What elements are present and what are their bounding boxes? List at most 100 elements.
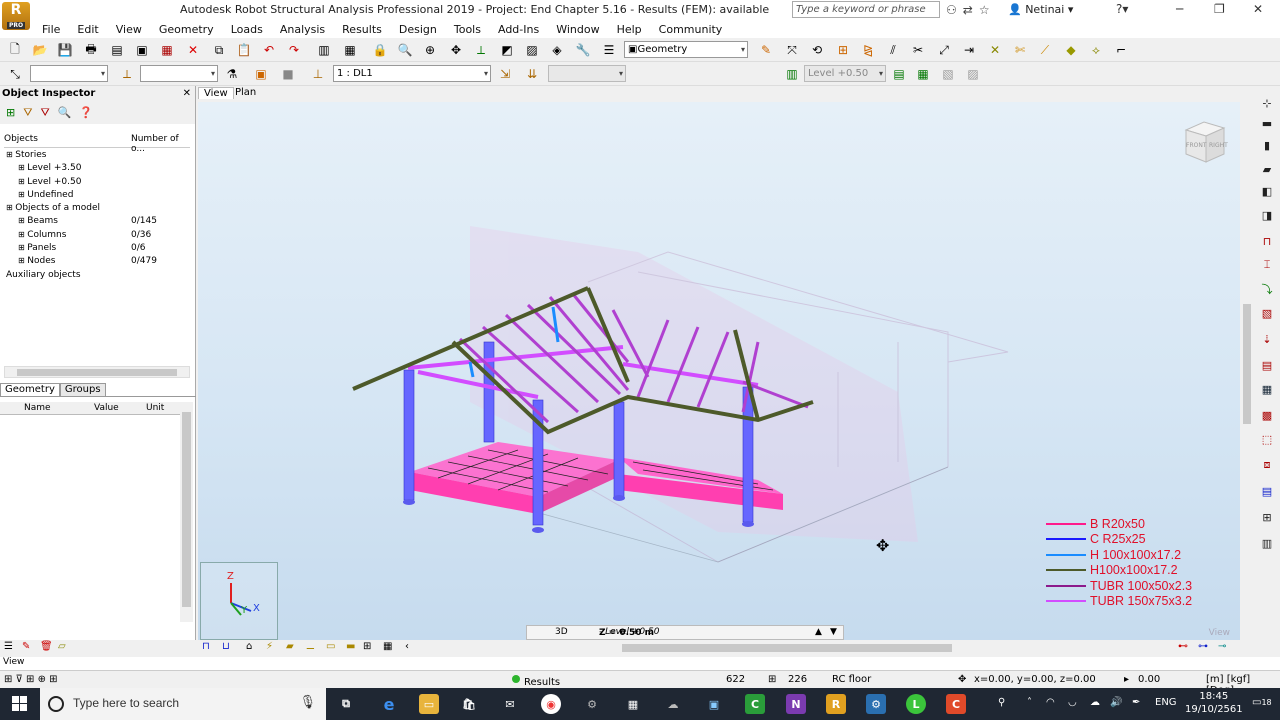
hatch-icon[interactable]: ▨ <box>523 41 541 59</box>
zoom-window-icon[interactable]: 🔍 <box>396 41 414 59</box>
chrome-icon[interactable]: ◉ <box>541 694 561 714</box>
microphone-icon[interactable]: 🎙 <box>299 695 316 710</box>
tree-item[interactable]: Auxiliary objects <box>4 270 190 283</box>
edge-icon[interactable]: e <box>379 694 399 714</box>
numbers-display-icon[interactable]: ⊞ <box>363 641 371 652</box>
tree-expand-icon[interactable]: ⊞ <box>18 190 27 199</box>
user-account[interactable]: 👤 Netinai ▾ <box>1008 3 1073 16</box>
taskbar-search[interactable]: Type here to search 🎙 <box>40 688 326 720</box>
close-button[interactable]: ✕ <box>1253 2 1263 16</box>
view-cube[interactable]: FRONT RIGHT <box>1182 120 1228 166</box>
load-case-icon[interactable]: ⊥ <box>309 65 327 83</box>
search-icon[interactable]: 🔍 <box>58 106 72 120</box>
calculations-icon[interactable]: ▥ <box>315 41 333 59</box>
paste-icon[interactable]: 📋 <box>235 41 253 59</box>
camtasia-icon[interactable]: C <box>745 694 765 714</box>
loads-display-icon[interactable]: ⚡ <box>266 641 273 652</box>
print-icon[interactable]: 🖶 <box>82 41 100 59</box>
robot-app-icon[interactable]: R <box>826 694 846 714</box>
move-icon[interactable]: ⤧ <box>783 41 801 59</box>
cancel-icon[interactable]: ✕ <box>184 41 202 59</box>
app-cloud-icon[interactable]: ☁ <box>663 694 683 714</box>
notifications-icon[interactable]: ▭18 <box>1252 697 1272 708</box>
edit-icon[interactable]: ✎ <box>22 641 30 652</box>
releases-icon[interactable]: ⤵ <box>1258 280 1276 298</box>
tree-expand-icon[interactable]: ⊞ <box>18 163 27 172</box>
tab-geometry[interactable]: Geometry <box>0 383 60 396</box>
screen-capture-icon[interactable]: ▣ <box>133 41 151 59</box>
menu-results[interactable]: Results <box>342 23 382 36</box>
menu-window[interactable]: Window <box>556 23 599 36</box>
tree-expand-icon[interactable]: ⊞ <box>18 243 27 252</box>
extrude-icon[interactable]: ⟋ <box>1036 41 1054 59</box>
3d-viewport[interactable]: FRONT RIGHT B R20x50 C R25x25 H 100x100x17… <box>198 102 1240 640</box>
tools-icon[interactable]: 🔧 <box>574 41 592 59</box>
status-tools-icons[interactable]: ⊞ ⊽ ⊞ ⊕ ⊞ <box>4 674 58 685</box>
person-icon[interactable]: ⚲ <box>998 697 1005 708</box>
grid-display-icon[interactable]: ▦ <box>383 641 392 652</box>
binoculars-icon[interactable]: ⚇ <box>946 3 957 17</box>
menu-help[interactable]: Help <box>617 23 642 36</box>
help-icon[interactable]: ?▾ <box>1116 2 1128 16</box>
selection-combo-1[interactable]: ▾ <box>30 65 108 82</box>
undo-icon[interactable]: ↶ <box>260 41 278 59</box>
properties-scrollbar[interactable] <box>180 402 193 622</box>
redo-icon[interactable]: ↷ <box>285 41 303 59</box>
config-icon-3[interactable]: ⊸ <box>1218 641 1226 652</box>
tree-item[interactable]: ⊞ Undefined <box>4 190 190 203</box>
rotate-icon[interactable]: ⟲ <box>808 41 826 59</box>
fillet-icon[interactable]: ⌐ <box>1112 41 1130 59</box>
node-icon[interactable]: ⊹ <box>1258 94 1276 112</box>
tray-expand-icon[interactable]: ˄ <box>1027 697 1032 708</box>
language-indicator[interactable]: ENG <box>1155 697 1177 708</box>
tables-icon[interactable]: ▦ <box>341 41 359 59</box>
level-up-icon[interactable]: ▲ <box>815 627 822 637</box>
exchange-icon[interactable]: ⇄ <box>963 3 973 17</box>
numbering-icon[interactable]: ⊓ <box>202 641 210 652</box>
menu-edit[interactable]: Edit <box>77 23 98 36</box>
copy-icon[interactable]: ⧉ <box>210 41 228 59</box>
load-types-icon[interactable]: ⇣ <box>1258 330 1276 348</box>
eraser-icon[interactable]: ▱ <box>58 641 66 652</box>
new-file-icon[interactable]: 🗋 <box>6 41 24 59</box>
scale-icon[interactable]: ⤢ <box>935 41 953 59</box>
frame-icon[interactable]: ▣ <box>252 65 270 83</box>
save-icon[interactable]: 💾 <box>56 41 74 59</box>
robot-tool-icon[interactable]: ⚙ <box>582 694 602 714</box>
bar-selection-icon[interactable]: ⟂ <box>118 65 136 83</box>
trim-icon[interactable]: ✄ <box>1011 41 1029 59</box>
section-icon[interactable]: ◩ <box>498 41 516 59</box>
revolve-icon[interactable]: ◆ <box>1062 41 1080 59</box>
help-search-input[interactable]: Type a keyword or phrase <box>792 1 940 18</box>
viewport-vertical-scrollbar[interactable] <box>1241 86 1253 640</box>
star-icon[interactable]: ☆ <box>979 3 990 17</box>
load-definition-icon[interactable]: ⇲ <box>496 65 514 83</box>
pyramid-icon[interactable]: ⟡ <box>1087 41 1105 59</box>
intersect-icon[interactable]: ✕ <box>986 41 1004 59</box>
timber-icon[interactable]: ⊞ <box>1258 508 1276 526</box>
layout-selector-icon[interactable]: ☰ <box>600 41 618 59</box>
column-icon[interactable]: ▮ <box>1258 136 1276 154</box>
tree-expand-icon[interactable]: ⊞ <box>6 203 15 212</box>
tree-icon[interactable]: ⊞ <box>6 106 15 120</box>
menu-analysis[interactable]: Analysis <box>280 23 325 36</box>
delete-icon[interactable]: ▦ <box>158 41 176 59</box>
tab-view[interactable]: View <box>198 87 234 99</box>
bar-icon[interactable]: ▬ <box>1258 114 1276 132</box>
list-icon[interactable]: ☰ <box>4 641 13 652</box>
menu-file[interactable]: File <box>42 23 60 36</box>
lock-icon[interactable]: 🔒 <box>371 41 389 59</box>
help-icon[interactable]: ❓ <box>79 106 93 120</box>
tab-groups[interactable]: Groups <box>59 383 106 396</box>
open-file-icon[interactable]: 📂 <box>31 41 49 59</box>
level-down-icon[interactable]: ▼ <box>830 627 837 637</box>
tree-item[interactable]: ⊞ Level +3.50 <box>4 163 190 176</box>
supports-icon[interactable]: ⊓ <box>1258 232 1276 250</box>
tree-expand-icon[interactable]: ⊞ <box>18 230 27 239</box>
cladding-icon[interactable]: ◨ <box>1258 206 1276 224</box>
level-combo[interactable]: Level +0.50 ▾ <box>804 65 886 82</box>
selection-filter-icon[interactable]: ⚗ <box>223 65 241 83</box>
tables-grid-icon[interactable]: ▦ <box>1258 380 1276 398</box>
zoom-in-icon[interactable]: ⊕ <box>421 41 439 59</box>
viewport-horizontal-scrollbar[interactable] <box>416 642 1236 653</box>
